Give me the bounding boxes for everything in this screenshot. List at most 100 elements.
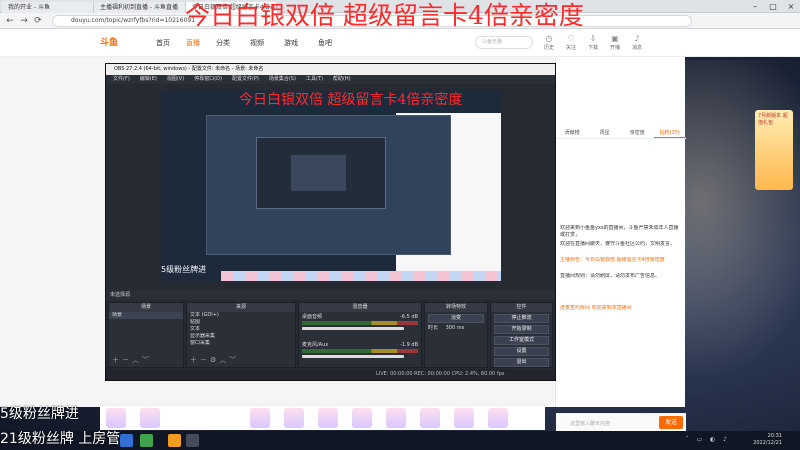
close-icon[interactable]: × <box>782 0 800 13</box>
gift-item[interactable] <box>250 408 270 428</box>
message-button[interactable]: ♪ 消息 <box>628 34 646 51</box>
scenes-dock-title: 场景 <box>109 303 183 312</box>
volume-meter <box>302 349 418 353</box>
tab-weekly-star[interactable]: 周星 <box>589 127 622 138</box>
gift-item[interactable] <box>318 408 338 428</box>
menu-scene-collection[interactable]: 场景集合(S) <box>264 75 301 84</box>
gift-item[interactable] <box>106 408 126 428</box>
sources-dock-title: 来源 <box>187 303 295 312</box>
stop-streaming-button[interactable]: 停止推流 <box>494 314 549 323</box>
preview-gift-strip <box>221 271 501 281</box>
follow-button[interactable]: ♡ 关注 <box>562 34 580 51</box>
chat-panel: 贡献榜 周星 亲密度 钻粉(35) 欢迎来到小鱼鱼yxs的直播间，斗鱼严禁未成年… <box>555 57 686 433</box>
track-name: 桌面音频 <box>302 314 323 320</box>
history-icon: ◷ <box>545 34 553 43</box>
obs-window: OBS 27.2.4 (64-bit, windows) - 配置文件: 未命名… <box>105 63 556 381</box>
heart-icon: ♡ <box>567 34 575 43</box>
stream-overlay-title: 今日白银双倍 超级留言卡4倍亲密度 <box>185 1 584 30</box>
tab-contribution[interactable]: 贡献榜 <box>556 127 589 138</box>
settings-button[interactable]: 设置 <box>494 347 549 356</box>
gift-bar <box>100 405 545 430</box>
nav-games[interactable]: 游戏 <box>284 37 298 49</box>
taskbar-clock[interactable]: 20:31 2022/12/21 <box>753 433 782 447</box>
scene-item[interactable]: 场景 <box>109 312 183 319</box>
chat-tab-bar: 贡献榜 周星 亲密度 钻粉(35) <box>556 127 686 139</box>
transition-type-select[interactable]: 淡变 <box>428 314 484 323</box>
gift-item[interactable] <box>140 408 160 428</box>
broadcast-button[interactable]: ▣ 开播 <box>606 34 624 51</box>
download-button[interactable]: ⇩ 下载 <box>584 34 602 51</box>
gift-item[interactable] <box>284 408 304 428</box>
back-icon[interactable]: ← <box>4 15 16 27</box>
gift-item[interactable] <box>454 408 474 428</box>
source-item[interactable]: 文本 (GDI+) <box>187 312 295 319</box>
chat-send-button[interactable]: 发送 <box>659 416 683 429</box>
obs-title-bar: OBS 27.2.4 (64-bit, windows) - 配置文件: 未命名… <box>106 64 555 75</box>
menu-edit[interactable]: 编辑(E) <box>135 75 162 84</box>
browser-tab[interactable]: 主播福利初到直播 - 斗鱼直播 <box>94 2 186 13</box>
maximize-icon[interactable]: □ <box>764 0 782 13</box>
folder-app-icon[interactable] <box>168 434 181 447</box>
history-button[interactable]: ◷ 历史 <box>540 34 558 51</box>
nav-live[interactable]: 直播 <box>186 37 200 49</box>
source-dock-buttons[interactable]: ＋－⚙︿﹀ <box>190 355 239 365</box>
start-recording-button[interactable]: 开始录制 <box>494 325 549 334</box>
obs-menu-bar: 文件(F) 编辑(E) 视图(V) 停靠窗口(D) 配置文件(P) 场景集合(S… <box>106 75 555 84</box>
scene-dock-buttons[interactable]: ＋－︿﹀ <box>112 355 152 365</box>
menu-profile[interactable]: 配置文件(P) <box>227 75 264 84</box>
source-item[interactable]: 文本 <box>187 326 295 333</box>
controls-dock: 控件 停止推流 开始录制 工作室模式 设置 退出 <box>490 302 553 368</box>
obs-preview-canvas[interactable]: 今日白银双倍 超级留言卡4倍亲密度 5级粉丝牌进 <box>161 91 501 281</box>
preview-nested-screen-3 <box>291 155 346 191</box>
nav-category[interactable]: 分类 <box>216 37 230 49</box>
sources-dock: 来源 文本 (GDI+) 贴图 文本 显示器采集 窗口采集 ＋－⚙︿﹀ <box>186 302 296 368</box>
studio-mode-button[interactable]: 工作室模式 <box>494 336 549 345</box>
side-promo-banner[interactable]: 7月新版本 超值礼包 <box>755 110 793 190</box>
duration-input[interactable]: 300 ms <box>446 325 465 331</box>
browser-tab[interactable]: 我的开业 - 斗鱼 <box>2 2 94 13</box>
source-item[interactable]: 显示器采集 <box>187 333 295 340</box>
douyu-logo[interactable]: 斗鱼 <box>100 35 136 51</box>
mixer-track: 桌面音频 -6.5 dB <box>299 312 421 340</box>
menu-docks[interactable]: 停靠窗口(D) <box>189 75 227 84</box>
reload-icon[interactable]: ⟳ <box>32 15 44 27</box>
windows-start-icon[interactable] <box>120 434 133 447</box>
volume-slider[interactable] <box>302 327 405 330</box>
gift-item[interactable] <box>488 408 508 428</box>
obs-status-bar: LIVE: 00:00:00 REC: 00:00:00 CPU: 2.4%, … <box>106 369 555 380</box>
tab-intimacy[interactable]: 亲密度 <box>621 127 654 138</box>
forward-icon[interactable]: → <box>18 15 30 27</box>
source-item[interactable]: 贴图 <box>187 319 295 326</box>
nav-video[interactable]: 视频 <box>250 37 264 49</box>
menu-tools[interactable]: 工具(T) <box>301 75 328 84</box>
nav-home[interactable]: 首页 <box>156 37 170 49</box>
gift-item[interactable] <box>420 408 440 428</box>
track-db: -6.5 dB <box>400 314 418 320</box>
duration-label: 时长 <box>428 325 439 331</box>
minimize-icon[interactable]: – <box>746 0 764 13</box>
tab-diamond-fans[interactable]: 钻粉(35) <box>653 127 686 138</box>
overlay-fans-text-1: 5级粉丝牌进 <box>0 406 79 422</box>
chat-message: 欢迎来到小鱼鱼yxs的直播间，斗鱼严禁未成年人直播或打赏， <box>560 225 679 238</box>
menu-help[interactable]: 帮助(H) <box>328 75 356 84</box>
system-tray[interactable]: ˆ ▭ ◐ ♪ <box>686 436 730 443</box>
volume-slider[interactable] <box>302 355 405 358</box>
transitions-dock-title: 转场特效 <box>425 303 487 312</box>
chat-message: 欢迎在直播间聊天，遵守斗鱼社区公约，文明发言。 <box>560 241 676 247</box>
clock-time: 20:31 <box>767 433 782 439</box>
menu-view[interactable]: 视图(V) <box>162 75 189 84</box>
track-db: -1.9 dB <box>400 342 418 348</box>
obs-app-icon[interactable] <box>186 434 199 447</box>
site-search-input[interactable]: 斗鱼无畏 <box>475 36 533 49</box>
browser-app-icon[interactable] <box>140 434 153 447</box>
preview-fans-text: 5级粉丝牌进 <box>161 265 207 274</box>
mixer-track: 麦克风/Aux -1.9 dB <box>299 340 421 368</box>
gift-item[interactable] <box>386 408 406 428</box>
source-item[interactable]: 窗口采集 <box>187 340 295 347</box>
exit-button[interactable]: 退出 <box>494 358 549 367</box>
nav-yuba[interactable]: 鱼吧 <box>318 37 332 49</box>
transition-duration: 时长 300 ms <box>425 325 487 332</box>
transitions-dock: 转场特效 淡变 时长 300 ms <box>424 302 488 368</box>
gift-item[interactable] <box>352 408 372 428</box>
menu-file[interactable]: 文件(F) <box>108 75 135 84</box>
